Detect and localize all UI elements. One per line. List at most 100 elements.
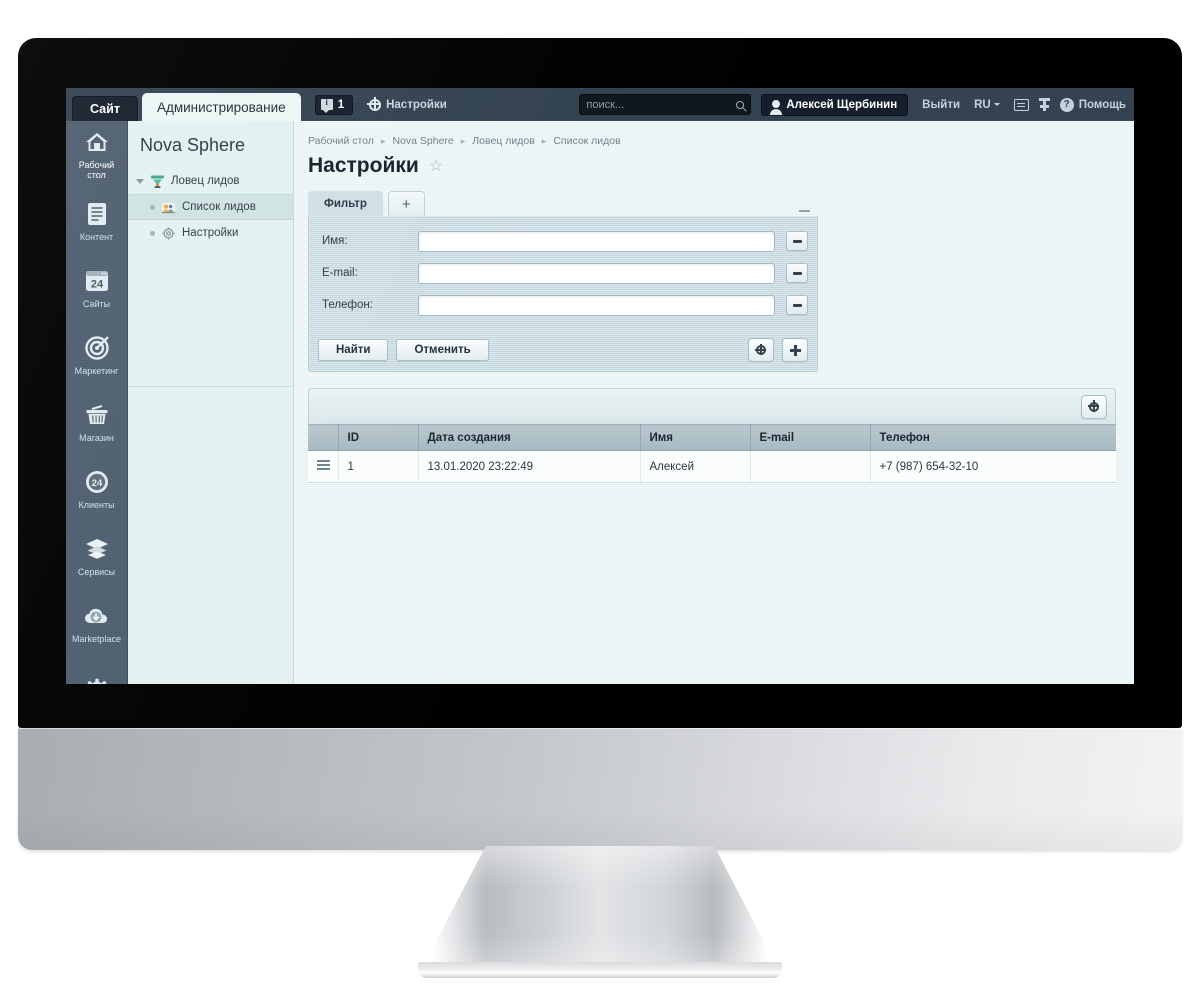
gear-icon: [1087, 400, 1099, 412]
sites-24-icon: 24: [84, 268, 110, 294]
plus-icon: [789, 344, 801, 356]
gear-icon: [754, 343, 766, 355]
tree-item-settings[interactable]: Настройки: [128, 220, 293, 246]
breadcrumb-item-1[interactable]: Nova Sphere: [392, 135, 453, 147]
cell-phone: +7 (987) 654-32-10: [870, 450, 1116, 484]
document-icon: [84, 201, 110, 227]
remove-filter-name-button[interactable]: [786, 231, 808, 251]
sidebar-item-clients[interactable]: 24 Клиенты: [66, 456, 127, 523]
column-header-created[interactable]: Дата создания: [418, 424, 641, 451]
note-icon: [1013, 98, 1029, 111]
breadcrumb-item-2[interactable]: Ловец лидов: [472, 135, 535, 147]
column-header-phone[interactable]: Телефон: [870, 424, 1116, 451]
chevron-down-icon[interactable]: [136, 178, 144, 184]
user-menu-button[interactable]: Алексей Щербинин: [761, 93, 909, 116]
filter-settings-button[interactable]: [748, 338, 774, 362]
breadcrumb-separator: ▸: [460, 135, 466, 146]
collapse-filter-button[interactable]: [799, 210, 810, 212]
user-name-label: Алексей Щербинин: [786, 98, 898, 111]
search-button[interactable]: Найти: [318, 339, 389, 361]
messages-button[interactable]: 1: [314, 94, 354, 115]
sidebar-label-clients: Клиенты: [78, 499, 115, 510]
minus-icon: [792, 303, 802, 307]
subnav-divider: [128, 386, 294, 387]
remove-filter-phone-button[interactable]: [786, 295, 808, 315]
grid-toolbar: [308, 388, 1116, 424]
imac-monitor-mockup: Сайт Администрирование 1 Настройки: [0, 0, 1200, 1000]
table-row[interactable]: 1 13.01.2020 23:22:49 Алексей +7 (987) 6…: [308, 450, 1116, 484]
gear-icon: [84, 675, 110, 684]
tree-label-settings: Настройки: [182, 227, 239, 239]
page-title: Настройки: [308, 154, 419, 177]
filter-input-email[interactable]: [418, 262, 775, 284]
breadcrumb-item-0[interactable]: Рабочий стол: [308, 135, 374, 147]
filter-row-email: E-mail:: [318, 257, 808, 289]
target-icon: [84, 335, 110, 361]
remove-filter-email-button[interactable]: [786, 263, 808, 283]
sidebar-item-services[interactable]: Сервисы: [66, 523, 127, 590]
breadcrumb-item-3[interactable]: Список лидов: [553, 135, 620, 147]
column-header-name[interactable]: Имя: [640, 424, 751, 451]
tree-label-leads-list: Список лидов: [182, 201, 256, 213]
tab-site[interactable]: Сайт: [72, 96, 138, 121]
left-icon-rail: Рабочий стол Контент 24 Сайты Маркетинг: [66, 121, 128, 684]
screen-viewport: Сайт Администрирование 1 Настройки: [66, 88, 1134, 684]
leads-icon: [161, 200, 176, 215]
topbar-left-tools: 1 Настройки: [314, 88, 447, 121]
gear-icon: [367, 96, 382, 111]
menu-icon: [317, 458, 330, 472]
filter-body: Имя: E-mail: Телефон: Найти Отменить: [308, 216, 818, 372]
leads-table: ID Дата создания Имя E-mail Телефон 1 13…: [308, 424, 1116, 484]
notes-button[interactable]: [1013, 98, 1029, 111]
chevron-down-icon: [993, 103, 1000, 106]
column-header-id[interactable]: ID: [338, 424, 419, 451]
filter-label-phone: Телефон:: [322, 299, 373, 311]
filter-add-button[interactable]: [782, 338, 808, 362]
search-input[interactable]: [586, 98, 737, 111]
search-box[interactable]: [579, 94, 752, 115]
top-navigation-bar: Сайт Администрирование 1 Настройки: [66, 88, 1134, 121]
logout-link[interactable]: Выйти: [922, 99, 960, 111]
sidebar-item-content[interactable]: Контент: [66, 188, 127, 255]
pin-button[interactable]: [1038, 98, 1050, 111]
cloud-download-icon: [84, 603, 110, 629]
home-icon: [84, 129, 110, 155]
filter-input-phone[interactable]: [418, 294, 775, 316]
main-content-area: Рабочий стол ▸ Nova Sphere ▸ Ловец лидов…: [294, 121, 1134, 684]
cancel-button[interactable]: Отменить: [396, 339, 489, 361]
cell-email: [750, 450, 871, 484]
sidebar-item-settings[interactable]: [66, 657, 127, 684]
search-icon[interactable]: [736, 100, 745, 109]
bullet-icon: [150, 204, 155, 210]
breadcrumb-separator: ▸: [380, 135, 386, 146]
sidebar-label-services: Сервисы: [77, 566, 116, 577]
tab-administration[interactable]: Администрирование: [141, 93, 301, 121]
chin-shading: [18, 810, 1182, 850]
favorite-star-icon[interactable]: ☆: [429, 156, 443, 176]
add-filter-tab-button[interactable]: +: [387, 191, 425, 216]
filter-input-name[interactable]: [418, 230, 775, 252]
breadcrumb: Рабочий стол ▸ Nova Sphere ▸ Ловец лидов…: [308, 135, 1120, 147]
row-handle[interactable]: [308, 450, 339, 484]
settings-link[interactable]: Настройки: [367, 96, 447, 111]
help-link[interactable]: ? Помощь: [1059, 97, 1126, 112]
grid-settings-button[interactable]: [1081, 394, 1107, 419]
column-header-email[interactable]: E-mail: [750, 424, 871, 451]
pin-icon: [1038, 98, 1050, 111]
sidebar-item-marketplace[interactable]: Marketplace: [66, 590, 127, 657]
gear-icon: [161, 226, 176, 241]
filter-label-email: E-mail:: [322, 267, 358, 279]
language-selector[interactable]: RU: [974, 99, 1000, 111]
topbar-right-tools: Алексей Щербинин Выйти RU ? Помощь: [579, 88, 1134, 121]
sidebar-item-desktop[interactable]: Рабочий стол: [66, 121, 127, 188]
sidebar-item-shop[interactable]: Магазин: [66, 389, 127, 456]
monitor-stand-neck: [432, 846, 768, 966]
tree-item-leads-list[interactable]: Список лидов: [128, 194, 293, 220]
tab-filter[interactable]: Фильтр: [308, 191, 383, 216]
tree-item-lead-catcher[interactable]: Ловец лидов: [128, 168, 293, 194]
table-body: 1 13.01.2020 23:22:49 Алексей +7 (987) 6…: [308, 450, 1116, 484]
cell-name: Алексей: [640, 450, 751, 484]
sidebar-item-marketing[interactable]: Маркетинг: [66, 322, 127, 389]
cell-id: 1: [338, 450, 419, 484]
sidebar-item-sites[interactable]: 24 Сайты: [66, 255, 127, 322]
